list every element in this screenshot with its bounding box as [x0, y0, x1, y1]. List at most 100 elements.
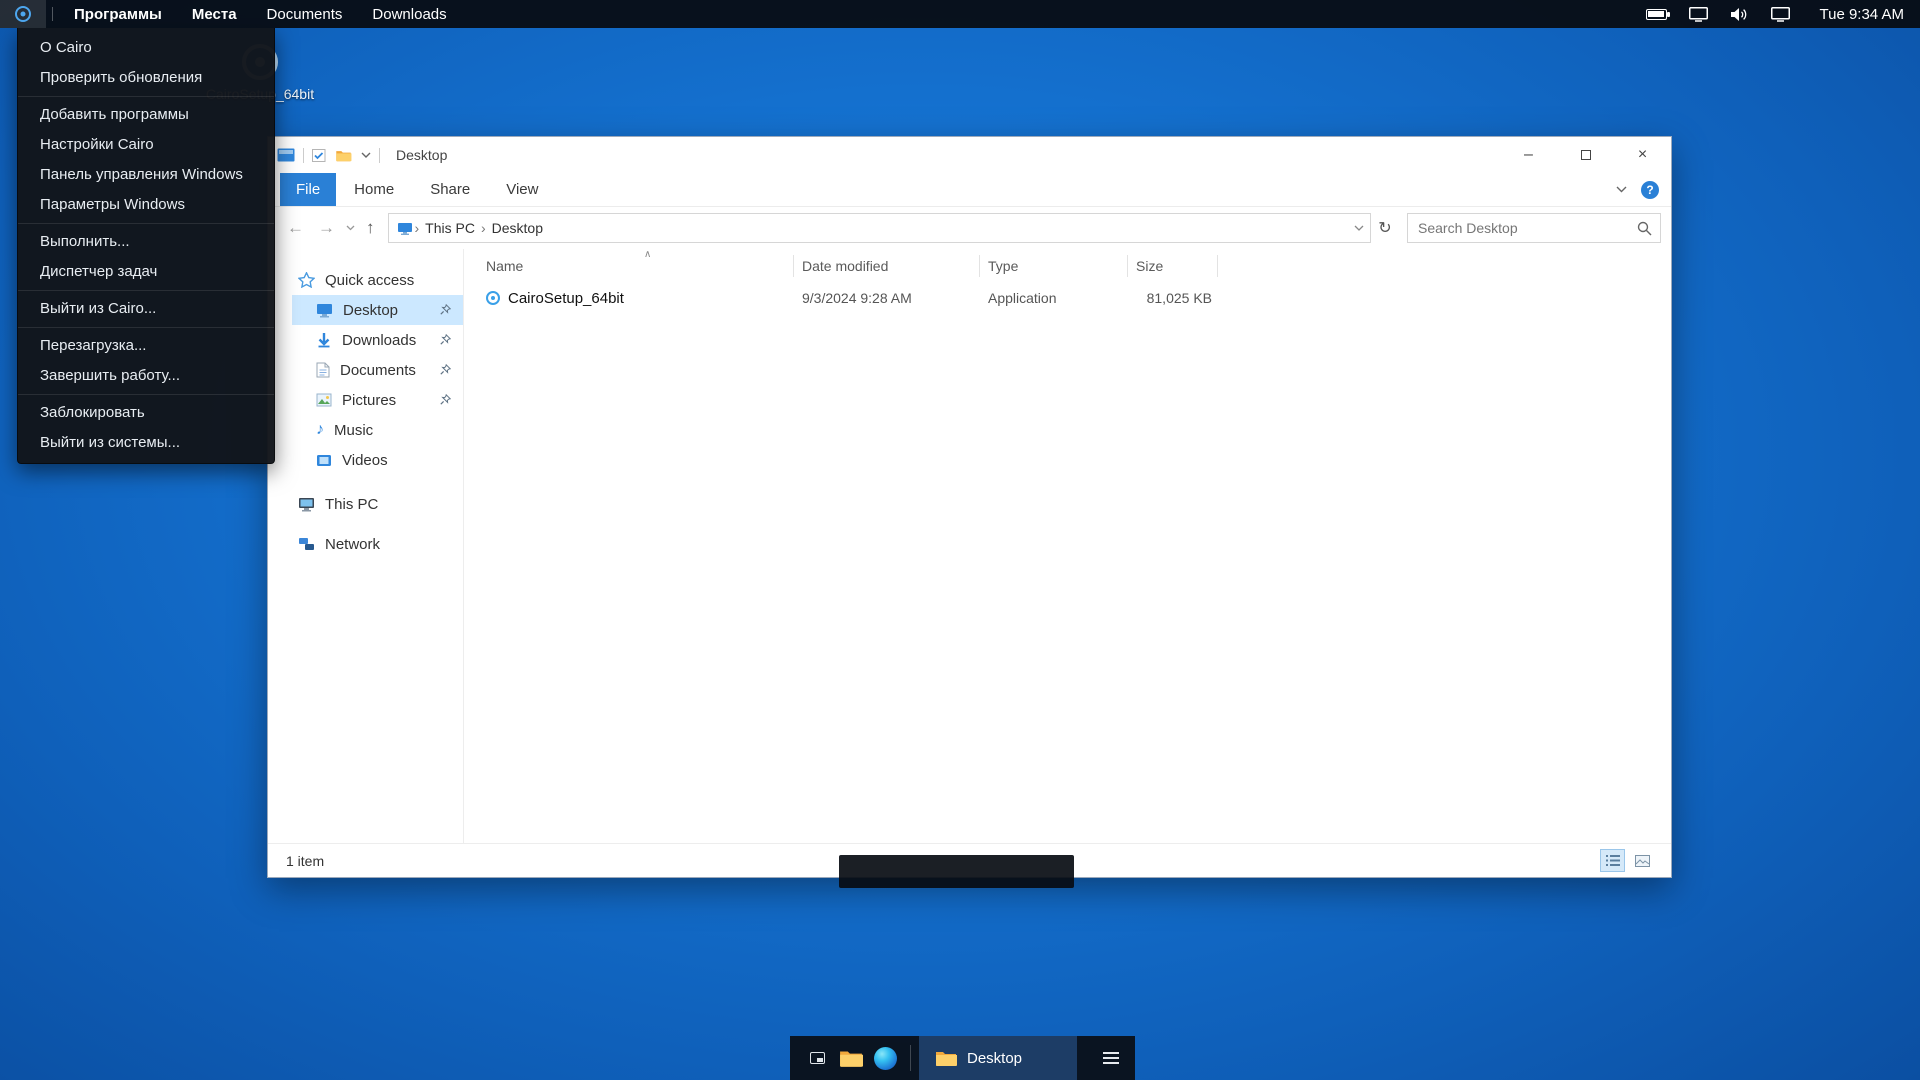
active-task-label: Desktop — [967, 1049, 1023, 1067]
menubar-item-downloads[interactable]: Downloads — [357, 0, 461, 28]
active-task-desktop[interactable]: Desktop — [919, 1036, 1077, 1080]
search-box — [1407, 213, 1661, 243]
file-size-cell: 81,025 KB — [1146, 290, 1212, 306]
back-button[interactable]: ← — [280, 218, 311, 238]
column-header-size[interactable]: Size — [1128, 255, 1218, 277]
menu-item-check-updates[interactable]: Проверить обновления — [18, 63, 274, 93]
menu-item-restart[interactable]: Перезагрузка... — [18, 331, 274, 361]
menu-item-about-cairo[interactable]: О Cairo — [18, 33, 274, 63]
menubar-item-documents[interactable]: Documents — [252, 0, 358, 28]
menu-item-windows-control-panel[interactable]: Панель управления Windows — [18, 160, 274, 190]
breadcrumb-chevron: › — [414, 220, 420, 236]
display-cast-icon[interactable] — [1688, 6, 1708, 22]
pin-icon — [440, 394, 451, 405]
tab-home[interactable]: Home — [336, 173, 412, 206]
ribbon-tabs: File Home Share View ? — [268, 173, 1671, 207]
menu-item-logoff[interactable]: Выйти из системы... — [18, 428, 274, 458]
show-desktop-button[interactable] — [800, 1036, 834, 1080]
file-explorer-taskbar-button[interactable] — [834, 1036, 868, 1080]
menubar-item-programs[interactable]: Программы — [59, 0, 177, 28]
menu-item-add-programs[interactable]: Добавить программы — [18, 100, 274, 130]
sort-ascending-caret-icon[interactable]: ∧ — [644, 250, 651, 260]
monitor-icon[interactable] — [1770, 6, 1790, 22]
menu-separator — [18, 327, 274, 328]
tab-file[interactable]: File — [280, 173, 337, 206]
volume-icon[interactable] — [1730, 7, 1749, 22]
close-button[interactable]: × — [1614, 137, 1671, 173]
titlebar[interactable]: Desktop – × — [268, 137, 1671, 173]
address-dropdown-chevron-icon[interactable] — [1354, 225, 1364, 231]
sidebar-item-network[interactable]: Network — [268, 529, 463, 559]
forward-button[interactable]: → — [311, 218, 342, 238]
sidebar-label: Downloads — [342, 331, 417, 349]
cairo-logo-icon — [15, 6, 31, 22]
clock[interactable]: Tue 9:34 AM — [1820, 6, 1905, 23]
sidebar-label: Desktop — [343, 301, 399, 319]
column-header-date-modified[interactable]: Date modified — [794, 255, 980, 277]
menu-separator — [18, 223, 274, 224]
window-controls: – × — [1500, 137, 1671, 173]
recent-locations-chevron-icon[interactable] — [342, 225, 359, 231]
file-row-cairosetup[interactable]: CairoSetup_64bit 9/3/2024 9:28 AM Applic… — [464, 283, 1671, 313]
properties-check-icon[interactable] — [312, 148, 326, 162]
help-button[interactable]: ? — [1641, 180, 1659, 199]
menu-separator — [18, 394, 274, 395]
large-icons-view-button[interactable] — [1630, 849, 1655, 872]
menu-item-lock[interactable]: Заблокировать — [18, 398, 274, 428]
cairosetup-app-icon — [486, 291, 500, 305]
address-bar[interactable]: › This PC › Desktop — [387, 213, 1371, 243]
menu-item-task-manager[interactable]: Диспетчер задач — [18, 257, 274, 287]
navigation-bar: ← → ↑ › This PC › Desktop ↻ — [268, 207, 1671, 249]
menu-item-cairo-settings[interactable]: Настройки Cairo — [18, 130, 274, 160]
search-icon[interactable] — [1637, 221, 1652, 236]
column-header-type[interactable]: Type — [980, 255, 1128, 277]
new-folder-icon[interactable] — [335, 149, 352, 162]
maximize-button[interactable] — [1557, 137, 1614, 173]
sidebar-item-documents[interactable]: Documents — [268, 355, 463, 385]
show-desktop-icon — [809, 1052, 825, 1064]
explorer-window-icon — [277, 148, 295, 162]
edge-browser-taskbar-button[interactable] — [868, 1036, 902, 1080]
taskbar-divider — [910, 1045, 911, 1071]
window-body: Quick access Desktop Downloads Documents… — [268, 249, 1671, 843]
breadcrumb-this-pc[interactable]: This PC — [421, 220, 479, 236]
details-view-button[interactable] — [1600, 849, 1625, 872]
menu-item-windows-settings[interactable]: Параметры Windows — [18, 190, 274, 220]
sidebar-item-quick-access[interactable]: Quick access — [268, 265, 463, 295]
up-button[interactable]: ↑ — [359, 218, 382, 238]
column-header-name[interactable]: Name — [464, 255, 794, 277]
battery-icon[interactable] — [1645, 8, 1670, 20]
item-count: 1 item — [286, 852, 325, 869]
tab-share[interactable]: Share — [412, 173, 488, 206]
search-input[interactable] — [1418, 220, 1637, 236]
pin-icon — [440, 334, 451, 345]
expand-ribbon-chevron-icon[interactable] — [1616, 186, 1627, 193]
menu-separator — [18, 96, 274, 97]
maximize-icon — [1580, 150, 1591, 160]
menu-item-shutdown[interactable]: Завершить работу... — [18, 361, 274, 391]
menubar-item-places[interactable]: Места — [177, 0, 252, 28]
refresh-button[interactable]: ↻ — [1371, 218, 1399, 238]
sidebar-item-desktop[interactable]: Desktop — [292, 295, 463, 325]
taskbar: Desktop — [790, 1036, 1135, 1080]
cairo-menu-button[interactable] — [0, 0, 46, 28]
customize-qat-chevron-icon[interactable] — [361, 152, 371, 158]
window-title: Desktop — [396, 147, 448, 163]
pin-icon — [440, 304, 451, 315]
sidebar-item-music[interactable]: ♪ Music — [268, 415, 463, 445]
menu-item-run[interactable]: Выполнить... — [18, 227, 274, 257]
tab-view[interactable]: View — [488, 173, 556, 206]
minimize-button[interactable]: – — [1500, 137, 1557, 173]
file-type-cell: Application — [988, 290, 1057, 306]
sidebar-item-videos[interactable]: Videos — [268, 445, 463, 475]
menu-item-exit-cairo[interactable]: Выйти из Cairo... — [18, 294, 274, 324]
sidebar-item-this-pc[interactable]: This PC — [268, 489, 463, 519]
sidebar-item-downloads[interactable]: Downloads — [268, 325, 463, 355]
taskbar-menu-button[interactable] — [1097, 1046, 1125, 1070]
sidebar-label: Videos — [342, 451, 388, 469]
sidebar-item-pictures[interactable]: Pictures — [268, 385, 463, 415]
pin-icon — [440, 364, 451, 375]
breadcrumb-desktop[interactable]: Desktop — [488, 220, 547, 236]
music-note-icon: ♪ — [316, 421, 324, 438]
